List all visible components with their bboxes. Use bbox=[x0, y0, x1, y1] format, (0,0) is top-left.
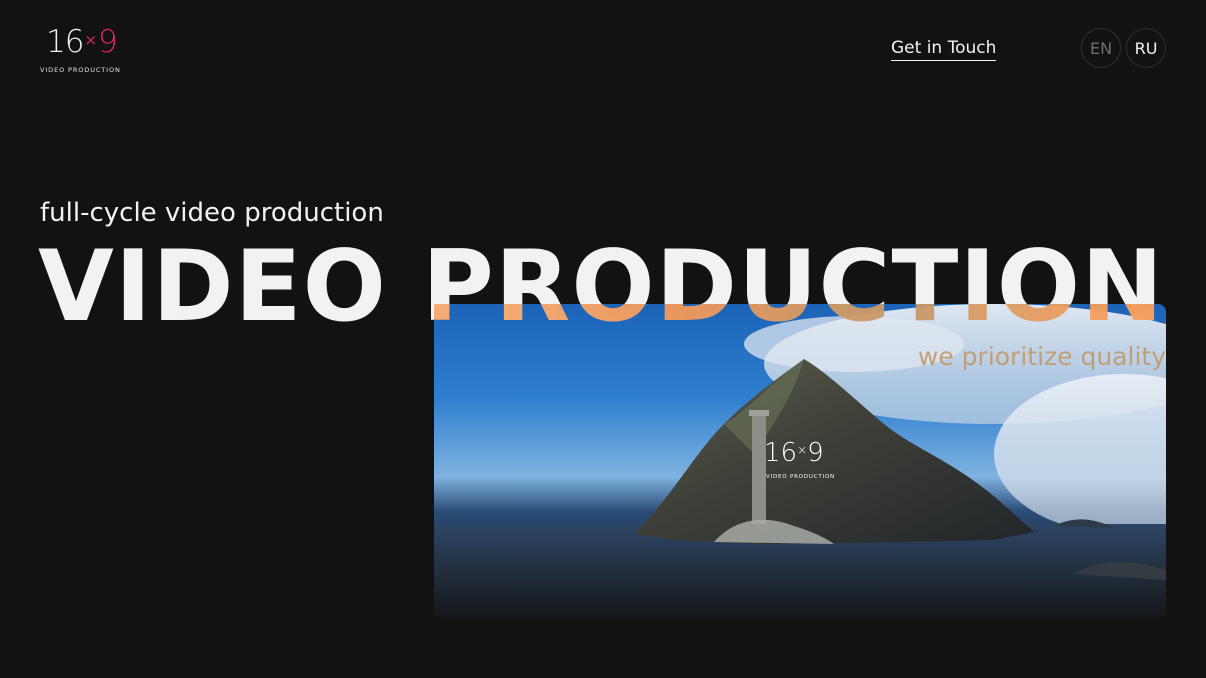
page: 16×9 VIDEO PRODUCTION Get in Touch EN RU… bbox=[0, 0, 1206, 678]
lighthouse-top bbox=[749, 410, 769, 416]
logo-number-right: 9 bbox=[98, 24, 118, 60]
showreel-video[interactable]: we prioritize quality 16×9 VIDEO PRODUCT… bbox=[434, 304, 1166, 618]
video-logo-mark: 16×9 bbox=[764, 438, 824, 472]
site-logo[interactable]: 16×9 VIDEO PRODUCTION bbox=[40, 24, 124, 76]
video-logo-number-left: 16 bbox=[764, 438, 798, 468]
get-in-touch-link[interactable]: Get in Touch bbox=[891, 37, 997, 61]
language-en-button[interactable]: EN bbox=[1081, 28, 1121, 68]
language-ru-button[interactable]: RU bbox=[1126, 28, 1166, 68]
video-overlay-text: we prioritize quality bbox=[917, 342, 1166, 371]
logo-number-left: 16 bbox=[46, 24, 84, 60]
logo-subtitle: VIDEO PRODUCTION bbox=[40, 66, 121, 74]
hero-tagline: full-cycle video production bbox=[40, 198, 384, 228]
video-watermark-logo: 16×9 VIDEO PRODUCTION bbox=[754, 438, 844, 482]
logo-mark: 16×9 bbox=[46, 24, 118, 60]
video-logo-subtitle: VIDEO PRODUCTION bbox=[766, 474, 835, 480]
logo-times-sign: × bbox=[84, 31, 98, 49]
video-logo-times-sign: × bbox=[797, 443, 808, 457]
video-logo-number-right: 9 bbox=[807, 438, 824, 468]
